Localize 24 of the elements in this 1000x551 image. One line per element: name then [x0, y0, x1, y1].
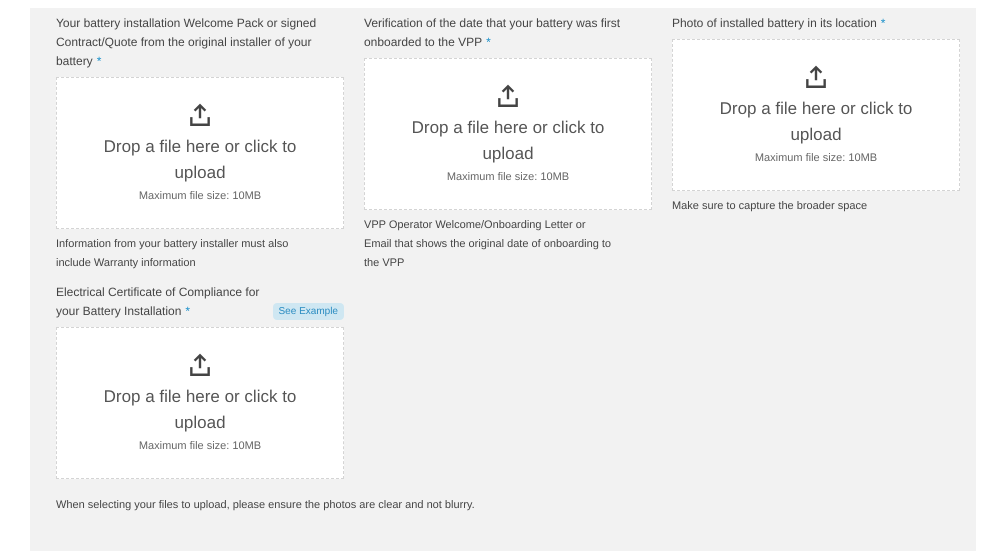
max-size-text: Maximum file size: 10MB [446, 170, 570, 185]
drop-text: Drop a file here or click to upload [410, 116, 606, 165]
drop-text: Drop a file here or click to upload [718, 98, 914, 146]
upload-icon [495, 82, 521, 109]
file-drop-zone[interactable]: Drop a file here or click to upload Maximum file size: 10MB [56, 77, 344, 229]
file-drop-zone[interactable]: Drop a file here or click to upload Maximum file size: 10MB [672, 39, 960, 191]
max-size-text: Maximum file size: 10MB [138, 438, 262, 454]
footer-note: When selecting your files to upload, please ensure the photos are clear and not blurry. [56, 498, 476, 513]
field-label: Your battery installation Welcome Pack or signed Contract/Quote from the original installer of your battery * [56, 15, 318, 70]
max-size-text: Maximum file size: 10MB [138, 188, 262, 204]
drop-text: Drop a file here or click to upload [102, 386, 298, 434]
file-drop-zone[interactable]: Drop a file here or click to upload Maximum file size: 10MB [56, 327, 344, 479]
file-drop-zone[interactable]: Drop a file here or click to upload Maximum file size: 10MB [364, 58, 652, 210]
upload-icon [187, 352, 213, 378]
drop-text: Drop a file here or click to upload [102, 136, 298, 184]
hint-text: Make sure to capture the broader space [672, 199, 868, 214]
max-size-text: Maximum file size: 10MB [754, 150, 878, 166]
field-label: Verification of the date that your battery was first onboarded to the VPP * [364, 15, 622, 51]
hint-text: VPP Operator Welcome/Onboarding Letter or Email that shows the original date of onboarding to the VPP [364, 218, 612, 271]
field-label: Photo of installed battery in its location * [672, 15, 886, 32]
upload-icon [803, 64, 829, 90]
field-label: Electrical Certificate of Compliance for your Battery Installation * [56, 284, 260, 320]
upload-icon [187, 102, 213, 128]
hint-text: Information from your battery installer must also include Warranty information [56, 237, 290, 271]
